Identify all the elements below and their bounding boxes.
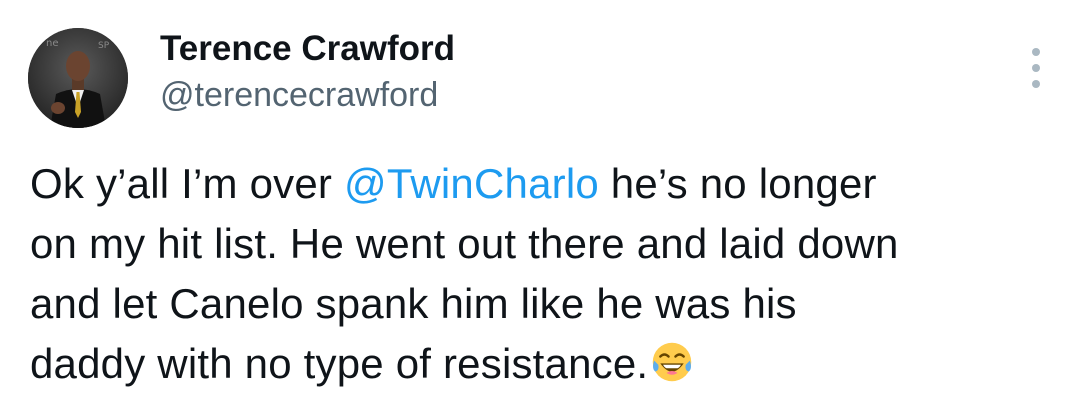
tweet-text-line: daddy with no type of resistance. <box>30 334 1060 394</box>
author-display-name[interactable]: Terence Crawford <box>160 28 455 70</box>
more-options-dot <box>1032 80 1040 88</box>
tweet-text: Ok y’all I’m over @TwinCharlo he’s no lo… <box>30 154 1060 394</box>
tweet-text-segment: daddy with no type of resistance. <box>30 340 649 387</box>
tweet-text-segment: he’s no longer <box>598 160 877 207</box>
author-avatar[interactable]: ne SP <box>28 28 128 128</box>
svg-text:SP: SP <box>98 41 110 51</box>
face-with-tears-of-joy-icon <box>650 340 694 384</box>
tweet-text-segment: Ok y’all I’m over <box>30 160 344 207</box>
mention-link[interactable]: @TwinCharlo <box>344 160 599 207</box>
profile-photo-icon: ne SP <box>28 28 128 128</box>
tweet-text-line: and let Canelo spank him like he was his <box>30 280 797 327</box>
tweet-card: ne SP Terence Crawford @terencecrawford … <box>0 0 1080 417</box>
more-options-vertical-icon <box>1032 48 1040 56</box>
tweet-text-line: Ok y’all I’m over @TwinCharlo he’s no lo… <box>30 154 1060 214</box>
svg-text:ne: ne <box>46 38 59 49</box>
author-handle[interactable]: @terencecrawford <box>160 74 438 116</box>
tweet-text-line: on my hit list. He went out there and la… <box>30 220 899 267</box>
more-options-button[interactable] <box>1028 48 1044 88</box>
more-options-dot <box>1032 64 1040 72</box>
